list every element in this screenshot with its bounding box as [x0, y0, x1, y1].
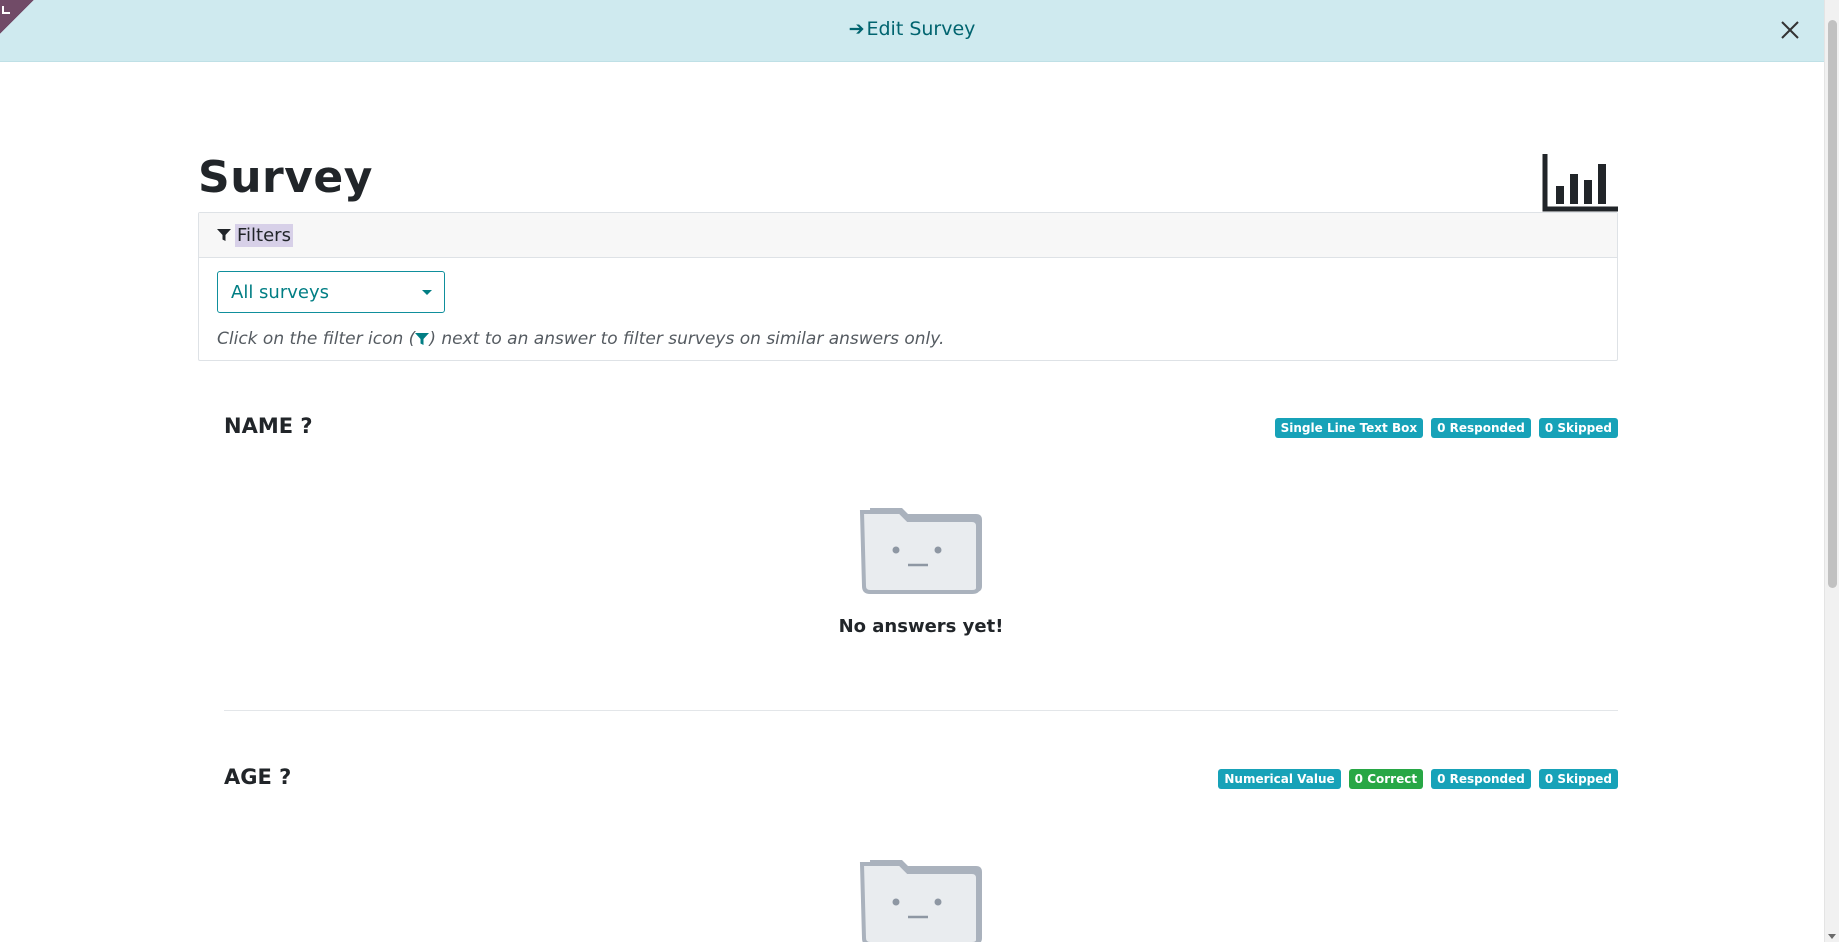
skipped-badge: 0 Skipped: [1538, 769, 1618, 789]
survey-filter-select[interactable]: All surveys: [217, 271, 445, 313]
filter-hint: Click on the filter icon ( ) next to an a…: [217, 329, 1599, 349]
responded-badge: 0 Responded: [1431, 418, 1531, 438]
page-scrollbar[interactable]: [1824, 0, 1839, 942]
scrollbar-thumb[interactable]: [1828, 20, 1837, 588]
section-divider: [224, 710, 1618, 711]
edit-survey-link[interactable]: ➔ Edit Survey: [0, 18, 1824, 40]
empty-folder-icon: [859, 860, 982, 942]
empty-state: No answers yet!: [224, 502, 1618, 637]
chevron-down-icon: [422, 289, 432, 295]
question-section-name: NAME ? Single Line Text Box 0 Responded …: [224, 414, 1618, 438]
edit-survey-label: Edit Survey: [866, 18, 976, 40]
filters-header: Filters: [199, 213, 1617, 258]
survey-filter-select-value: All surveys: [231, 281, 329, 303]
funnel-icon: [415, 333, 430, 345]
filters-body: All surveys Click on the filter icon ( ) …: [199, 258, 1617, 349]
filter-hint-after: ) next to an answer to filter surveys on…: [429, 329, 945, 349]
close-icon[interactable]: [1776, 16, 1804, 44]
question-type-badge: Numerical Value: [1218, 769, 1341, 789]
funnel-icon: [217, 229, 231, 241]
filter-hint-before: Click on the filter icon (: [217, 329, 416, 349]
arrow-right-icon: ➔: [848, 18, 865, 40]
filters-card: Filters All surveys Click on the filter …: [198, 212, 1618, 361]
page-title: Survey: [198, 152, 373, 203]
question-section-age: AGE ? Numerical Value 0 Correct 0 Respon…: [224, 765, 1618, 789]
filters-label: Filters: [235, 223, 293, 247]
scroll-down-arrow-icon[interactable]: [1828, 934, 1836, 939]
correct-badge: 0 Correct: [1348, 769, 1424, 789]
bar-chart-icon: [1542, 154, 1618, 212]
empty-folder-icon: [859, 508, 982, 594]
empty-state-text: No answers yet!: [838, 616, 1004, 637]
responded-badge: 0 Responded: [1431, 769, 1531, 789]
question-badges: Numerical Value 0 Correct 0 Responded 0 …: [1218, 769, 1618, 789]
question-type-badge: Single Line Text Box: [1274, 418, 1424, 438]
edit-banner: ➔ Edit Survey: [0, 0, 1824, 62]
skipped-badge: 0 Skipped: [1538, 418, 1618, 438]
empty-state: [224, 854, 1618, 942]
question-badges: Single Line Text Box 0 Responded 0 Skipp…: [1274, 418, 1618, 438]
